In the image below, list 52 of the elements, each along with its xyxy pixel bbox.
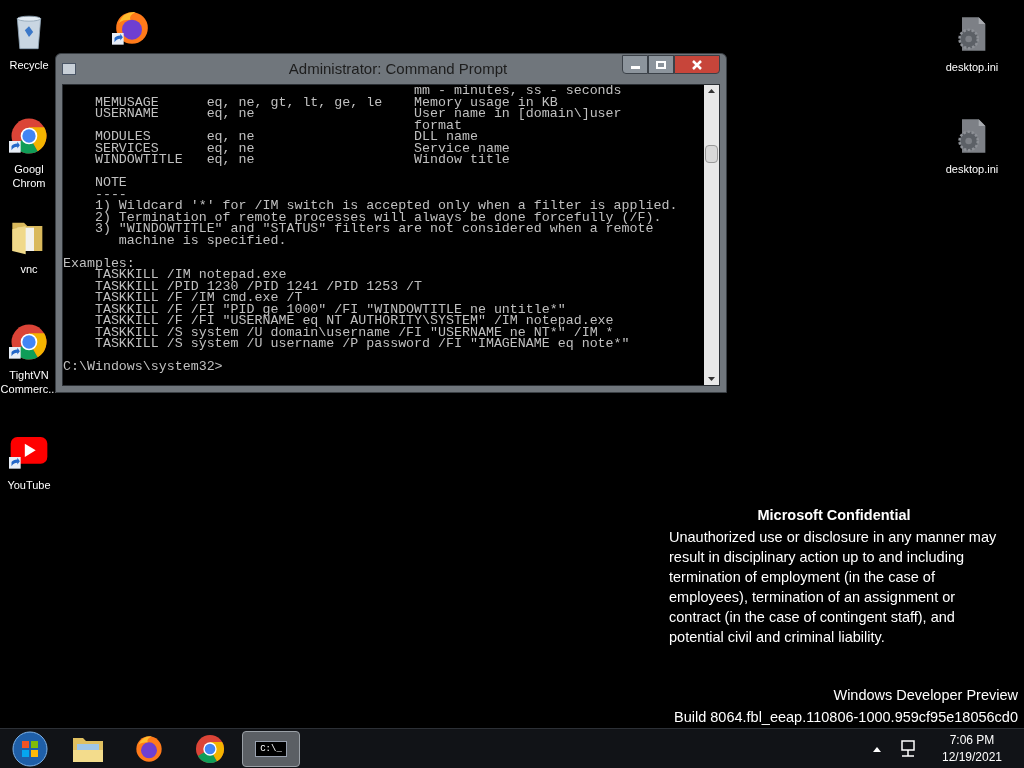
icon-label: Recycle (9, 58, 49, 72)
chrome-icon[interactable] (9, 322, 49, 362)
scrollbar[interactable] (704, 85, 719, 385)
console-line: 1) Wildcard '*' for /IM switch is accepted only when a filter is applied. (93, 200, 678, 212)
icon-label: desktop.ini (945, 60, 999, 74)
console-line: C:\Windows\system32> (63, 361, 223, 373)
console-line: 3) "WINDOWTITLE" and "STATUS" filters are not considered when a remote (93, 223, 654, 235)
minimize-button[interactable] (622, 55, 648, 74)
console-line: WINDOWTITLE eq, ne Window title (93, 154, 510, 166)
console-line: MEMUSAGE eq, ne, gt, lt, ge, le Memory usage in KB (93, 96, 558, 108)
close-button[interactable] (674, 55, 720, 74)
icon-label: vnc (20, 262, 38, 276)
console-line: 2) Termination of remote processes will always be done forcefully (/F). (93, 211, 662, 223)
maximize-button[interactable] (648, 55, 674, 74)
console-line: machine is specified. (117, 234, 287, 246)
console-icon (62, 63, 76, 75)
taskbar-button[interactable]: C:\_ (242, 730, 300, 767)
edition-text: Windows Developer Preview (833, 686, 1018, 705)
console-line: TASKKILL /F /IM cmd.exe /T (93, 292, 303, 304)
console-line: mm - minutes, ss - seconds (413, 85, 622, 97)
icon-label: Googl (14, 162, 44, 176)
clock-date: 12/19/2021 (941, 748, 1003, 766)
console-line: format (413, 119, 462, 131)
console-line: TASKKILL /S system /U username /P password /FI "IMAGENAME eq note*" (93, 338, 630, 350)
console-line: MODULES eq, ne DLL name (93, 131, 478, 143)
scroll-thumb[interactable] (705, 145, 718, 163)
clock-time: 7:06 PM (949, 731, 995, 749)
icon-label: desktop.ini (945, 162, 999, 176)
icon-label: YouTube (7, 478, 51, 492)
console-line: TASKKILL /F /FI "PID ge 1000" /FI "WINDOWTITLE ne untitle*" (93, 303, 566, 315)
icon-label: Commerc... (0, 382, 58, 396)
console-line: Examples: (63, 257, 135, 269)
console-line: ---- (93, 188, 127, 200)
console-line: TASKKILL /F /FI "USERNAME eq NT AUTHORITY\SYSTEM" /IM notepad.exe (93, 315, 614, 327)
console-line: USERNAME eq, ne User name in [domain\]user (93, 108, 622, 120)
build-text: Build 8064.fbl_eeap.110806-1000.959cf95e18056cd0 (674, 708, 1018, 727)
chrome-icon[interactable] (9, 116, 49, 156)
icon-label: TightVN (9, 368, 49, 382)
console-icon: C:\_ (255, 740, 287, 757)
watermark-title: Microsoft Confidential (756, 506, 912, 525)
icon-label: Chrom (12, 176, 46, 190)
console-line: TASKKILL /S system /U domain\username /FI "USERNAME ne NT*" /IM * (93, 326, 614, 338)
console-line: NOTE (93, 177, 127, 189)
clock[interactable]: 7:06 PM 12/19/2021 (932, 731, 1012, 766)
close-icon (692, 59, 702, 70)
window-title: Administrator: Command Prompt (287, 58, 509, 79)
console-line: SERVICES eq, ne Service name (93, 142, 510, 154)
watermark-text: Unauthorized use or disclosure in any manner may result in disciplinary action up to and including termination of employment (in the case of employees), termination of an assignment or contract (in the case of contingent staff), and potential civil and criminal liability. (669, 527, 998, 647)
console-line: TASKKILL /PID 1230 /PID 1241 /PID 1253 /T (93, 280, 423, 292)
start-orb-icon (11, 729, 49, 768)
chrome-icon (194, 732, 226, 765)
console-line: TASKKILL /IM notepad.exe (94, 269, 287, 281)
